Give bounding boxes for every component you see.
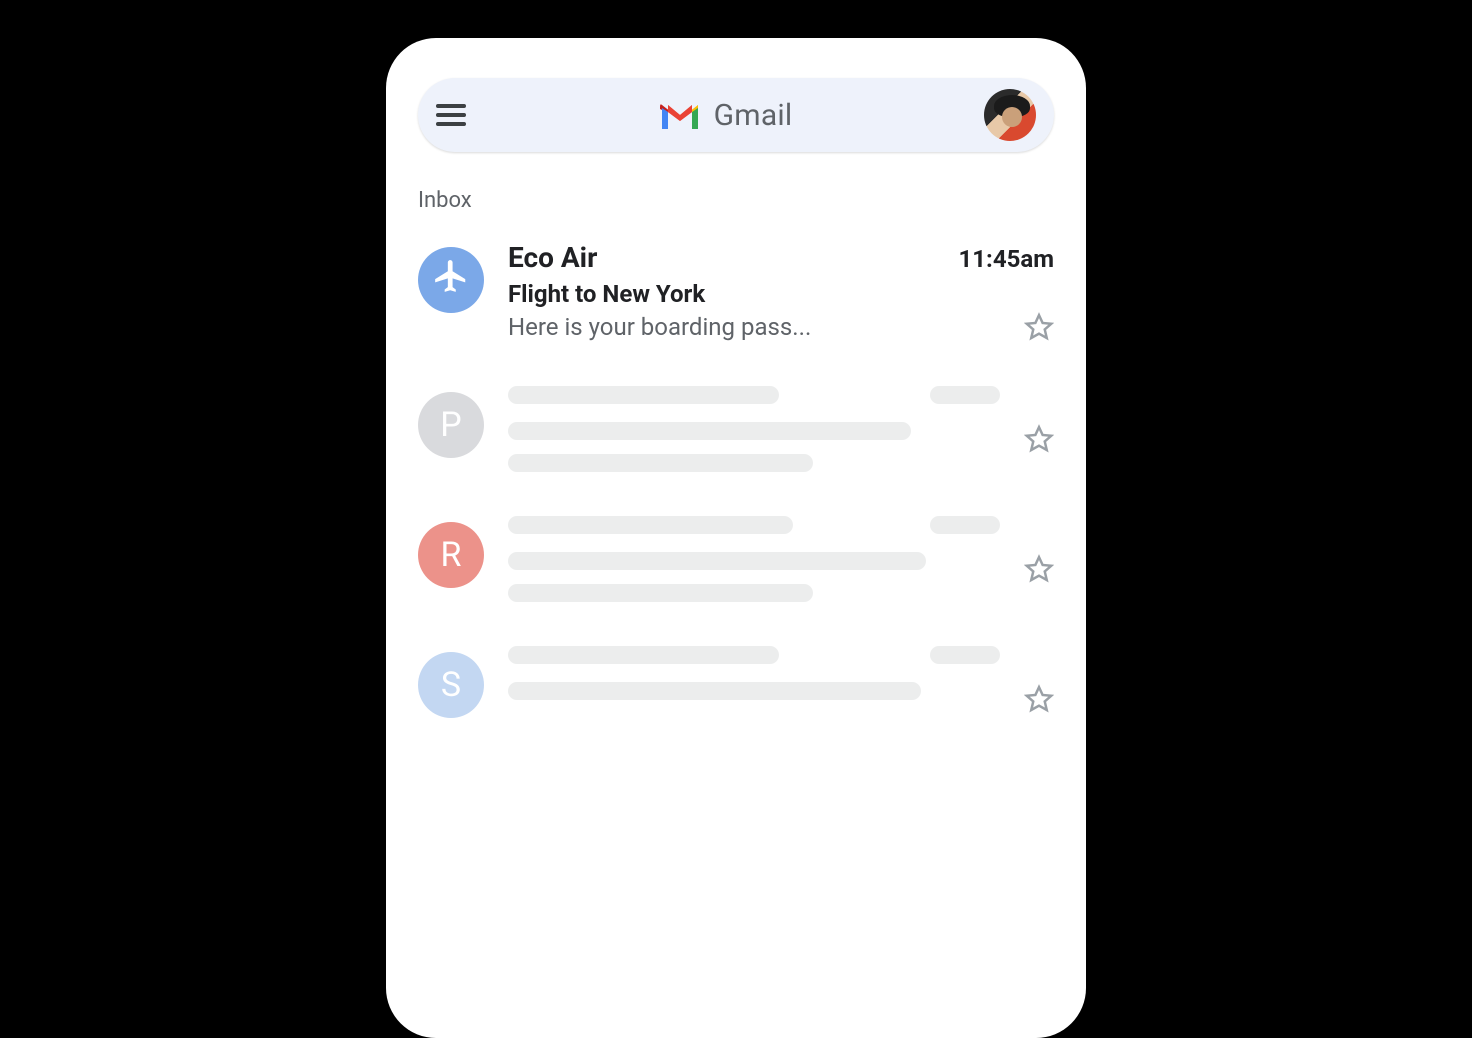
- star-icon[interactable]: [1024, 424, 1054, 454]
- section-label-inbox: Inbox: [418, 188, 1054, 213]
- email-row[interactable]: Eco Air 11:45am Flight to New York Here …: [418, 233, 1054, 382]
- hamburger-menu-icon[interactable]: [436, 99, 466, 131]
- star-icon[interactable]: [1024, 312, 1054, 342]
- brand-label: Gmail: [714, 98, 793, 133]
- sender-name: Eco Air: [508, 241, 959, 274]
- profile-avatar[interactable]: [984, 89, 1036, 141]
- avatar-letter: R: [441, 535, 462, 575]
- sender-avatar[interactable]: S: [418, 652, 484, 718]
- email-body-placeholder: [508, 516, 1000, 602]
- sender-avatar[interactable]: [418, 247, 484, 313]
- email-subject: Flight to New York: [508, 280, 1054, 308]
- email-body: Eco Air 11:45am Flight to New York Here …: [508, 241, 1054, 342]
- avatar-letter: P: [440, 405, 461, 445]
- phone-frame: Gmail Inbox Eco Air 11:45am Flight to Ne…: [386, 38, 1086, 1038]
- sender-avatar[interactable]: R: [418, 522, 484, 588]
- email-row-placeholder[interactable]: P: [418, 382, 1054, 512]
- gmail-logo-icon: [658, 99, 702, 131]
- email-snippet: Here is your boarding pass...: [508, 313, 1024, 341]
- email-body-placeholder: [508, 386, 1000, 472]
- email-body-placeholder: [508, 646, 1000, 700]
- star-icon[interactable]: [1024, 684, 1054, 714]
- search-bar[interactable]: Gmail: [418, 78, 1054, 152]
- star-icon[interactable]: [1024, 554, 1054, 584]
- email-row-placeholder[interactable]: R: [418, 512, 1054, 642]
- email-time: 11:45am: [959, 245, 1054, 273]
- email-row-placeholder[interactable]: S: [418, 642, 1054, 718]
- sender-avatar[interactable]: P: [418, 392, 484, 458]
- avatar-letter: S: [441, 665, 461, 705]
- airplane-icon: [432, 257, 470, 304]
- brand: Gmail: [466, 98, 984, 133]
